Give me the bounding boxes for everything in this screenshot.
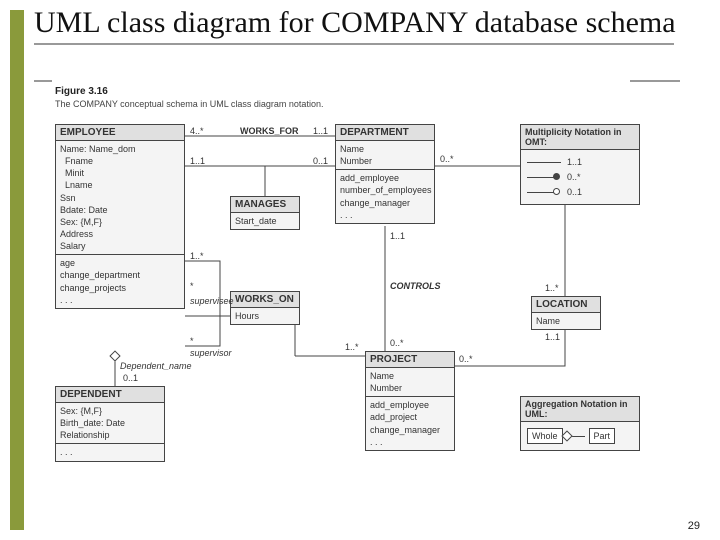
class-department-ops: add_employee number_of_employees change_… [336,170,434,223]
slide-accent-bar [10,10,24,530]
class-department-attrs: Name Number [336,141,434,170]
class-location: LOCATION Name [531,296,601,330]
label-controls: CONTROLS [390,281,441,291]
class-employee-name: EMPLOYEE [56,125,184,141]
class-location-attrs: Name [532,313,600,329]
class-employee-attrs: Name: Name_dom Fname Minit Lname Ssn Bda… [56,141,184,255]
legend-whole-box: Whole [527,428,563,444]
mult-1s-c: 1..* [545,283,559,293]
rule-left [34,80,52,82]
label-supervisee: supervisee [190,296,234,306]
legend-line-open-icon [527,192,555,193]
class-location-name: LOCATION [532,297,600,313]
page-title: UML class diagram for COMPANY database s… [34,6,676,41]
legend-multiplicity-title: Multiplicity Notation in OMT: [521,125,639,150]
mult-0s-b: 0..* [390,338,404,348]
class-manages: MANAGES Start_date [230,196,300,230]
class-dependent: DEPENDENT Sex: {M,F} Birth_date: Date Re… [55,386,165,462]
mult-0s-c: 0..* [459,354,473,364]
class-dependent-name: DEPENDENT [56,387,164,403]
page-number: 29 [688,520,700,532]
class-dependent-ops: . . . [56,444,164,460]
class-works-on-attrs: Hours [231,308,299,324]
class-project-name: PROJECT [366,352,454,368]
class-works-on: WORKS_ON Hours [230,291,300,325]
title-text: UML class diagram for COMPANY database s… [34,6,676,39]
class-project: PROJECT Name Number add_employee add_pro… [365,351,455,451]
mult-01: 0..1 [313,156,328,166]
title-underline [34,43,674,45]
mult-0s-a: 0..* [440,154,454,164]
legend-line-plain-icon [527,162,561,163]
legend-mult-0s: 0..* [567,171,581,183]
class-manages-name: MANAGES [231,197,299,213]
legend-mult-11: 1..1 [567,156,582,168]
label-works-for: WORKS_FOR [240,126,299,136]
legend-multiplicity-body: 1..1 0..* 0..1 [521,150,639,204]
mult-11-a: 1..1 [313,126,328,136]
legend-line-filled-icon [527,177,555,178]
class-project-attrs: Name Number [366,368,454,397]
mult-11-c: 1..1 [390,231,405,241]
legend-aggregation-body: Whole Part [521,422,639,450]
mult-11-d: 1..1 [545,332,560,342]
mult-1s-b: 1..* [345,342,359,352]
mult-11-b: 1..1 [190,156,205,166]
mult-4s: 4..* [190,126,204,136]
label-supervisor: supervisor [190,348,232,358]
figure-area: Figure 3.16 The COMPANY conceptual schem… [55,86,665,506]
class-manages-attrs: Start_date [231,213,299,229]
mult-star-b: * [190,336,194,346]
rule-right [630,80,680,82]
mult-1s-a: 1..* [190,251,204,261]
aggregation-diamond-icon [109,350,120,361]
legend-mult-01: 0..1 [567,186,582,198]
class-works-on-name: WORKS_ON [231,292,299,308]
class-employee-ops: age change_department change_projects . … [56,255,184,308]
class-department-name: DEPARTMENT [336,125,434,141]
class-employee: EMPLOYEE Name: Name_dom Fname Minit Lnam… [55,124,185,309]
legend-aggregation-title: Aggregation Notation in UML: [521,397,639,422]
class-department: DEPARTMENT Name Number add_employee numb… [335,124,435,224]
legend-part-box: Part [589,428,616,444]
legend-multiplicity: Multiplicity Notation in OMT: 1..1 0..* … [520,124,640,205]
mult-star-a: * [190,281,194,291]
legend-aggregation: Aggregation Notation in UML: Whole Part [520,396,640,451]
label-dependent-name: Dependent_name [120,361,192,371]
legend-agg-line-icon [567,436,585,437]
class-dependent-attrs: Sex: {M,F} Birth_date: Date Relationship [56,403,164,444]
mult-01-b: 0..1 [123,373,138,383]
figure-label: Figure 3.16 [55,86,665,97]
figure-caption: The COMPANY conceptual schema in UML cla… [55,99,665,109]
class-project-ops: add_employee add_project change_manager … [366,397,454,450]
